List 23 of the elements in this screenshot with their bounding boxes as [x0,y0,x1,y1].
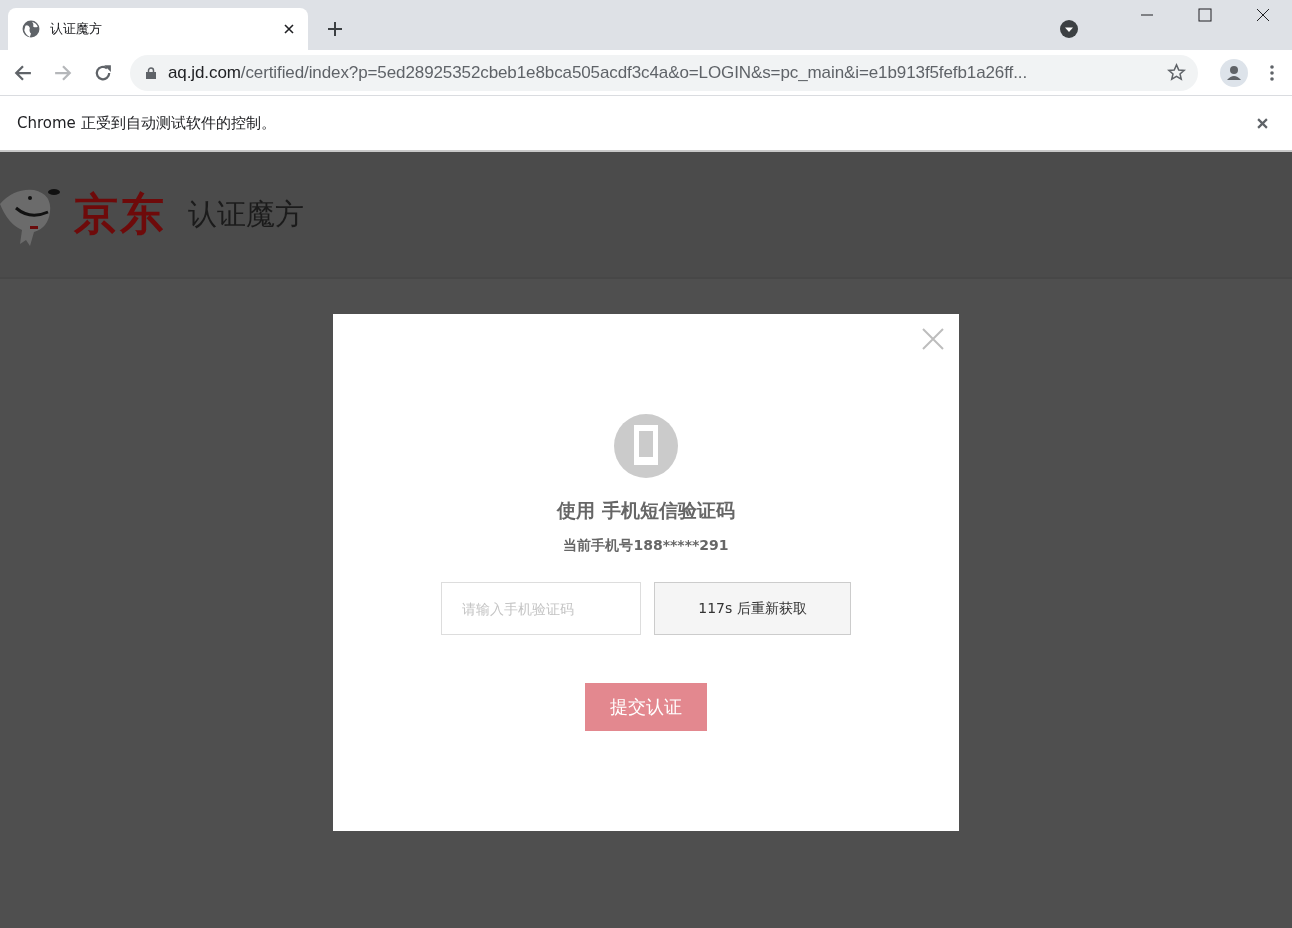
globe-icon [22,20,40,38]
dialog-title: 使用 手机短信验证码 [557,498,735,523]
profile-icon[interactable] [1220,58,1248,87]
close-icon[interactable] [1257,117,1268,129]
logo-text: 京东 [74,187,166,241]
close-icon[interactable] [284,24,294,34]
star-icon[interactable] [1167,63,1186,82]
infobar-message: Chrome 正受到自动测试软件的控制。 [17,113,276,133]
new-tab-icon[interactable] [328,22,342,36]
close-icon[interactable] [1256,8,1270,22]
address-bar[interactable]: aq.jd.com/certified/index?p=5ed28925352cbeb1e8bca505acdf3c4a&o=LOGIN&s=pc_main&i=e1b913f5fefb1a26ff... [130,54,1198,91]
tab-title: 认证魔方 [50,20,103,38]
browser-tab[interactable]: 认证魔方 [8,8,308,50]
menu-icon[interactable] [1270,64,1274,81]
code-input-field[interactable]: 请输入手机验证码 [441,582,641,635]
phone-icon [614,414,678,478]
maximize-icon[interactable] [1198,8,1212,22]
back-icon[interactable] [14,63,32,82]
reload-icon[interactable] [94,63,112,82]
tab-search-icon[interactable] [1060,20,1078,38]
phone-number: 当前手机号188*****291 [563,537,729,555]
lock-icon [146,66,156,79]
resend-button[interactable]: 117s 后重新获取 [654,582,851,635]
